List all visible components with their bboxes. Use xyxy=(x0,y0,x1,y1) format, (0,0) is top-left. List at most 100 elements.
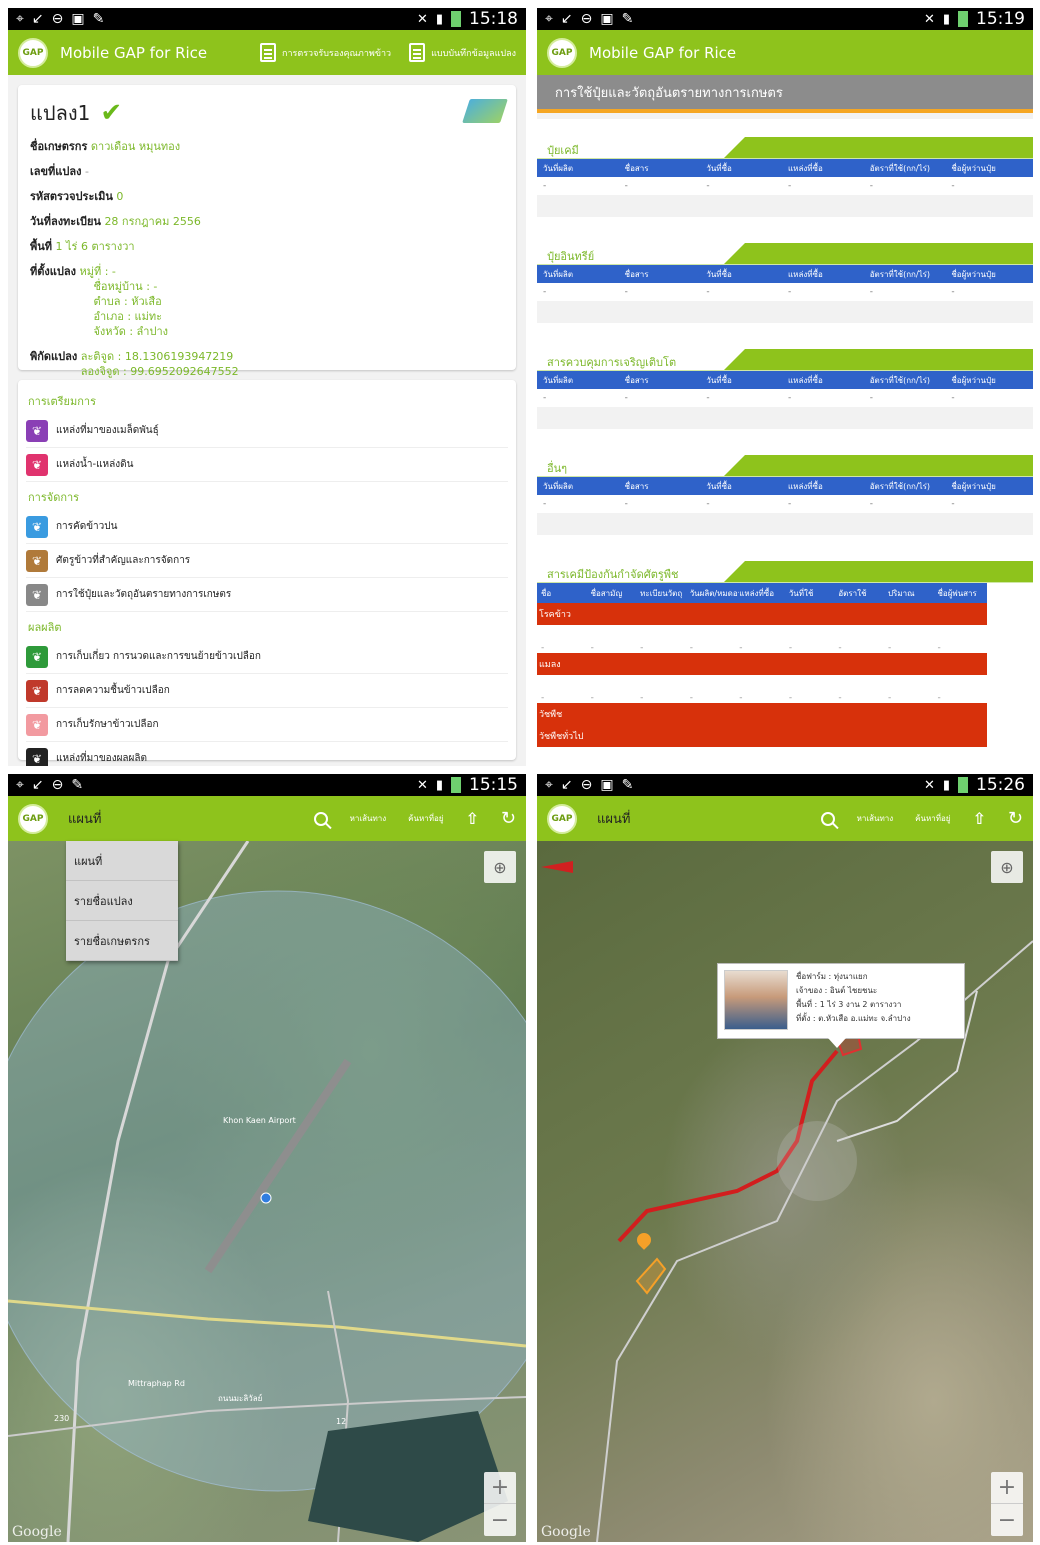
menu-pests[interactable]: ❦ ศัตรูข้าวที่สำคัญและการจัดการ xyxy=(26,544,508,578)
column-header: วันที่ผลิต xyxy=(543,269,574,279)
table-cell: - xyxy=(590,643,594,653)
table-cell: - xyxy=(838,765,888,766)
signal-icon: ▮ xyxy=(942,11,950,27)
table-header: วันที่ผลิต ชื่อสาร วันที่ซื้อ แหล่งที่ซื้อ อ… xyxy=(537,159,1033,177)
compass-icon[interactable] xyxy=(541,861,573,873)
menu-seed-source[interactable]: ❦ แหล่งที่มาของเมล็ดพันธุ์ xyxy=(26,414,508,448)
status-bar: ⌖ ↙ ⊖ ✎ ✕ ▮ 15:15 xyxy=(8,774,526,796)
farm-info-popup[interactable]: ชื่อฟาร์ม : ทุ่งนาแยก เจ้าของ : อินต์ ไช… xyxy=(717,963,965,1048)
missed-call-icon: ↙ xyxy=(560,777,573,793)
plot-record-button[interactable]: แบบบันทึกข้อมูลแปลง xyxy=(409,43,516,62)
leaf-icon: ❦ xyxy=(26,645,48,668)
section-management: การจัดการ xyxy=(28,491,80,504)
dropdown-item-plots[interactable]: รายชื่อแปลง xyxy=(66,881,178,921)
zoom-out-button[interactable]: − xyxy=(991,1504,1023,1536)
plot-detail-screen: ⌖ ↙ ⊖ ▣ ✎ ✕ ▮ 15:18 GAP Mobile GAP for Rice กา… xyxy=(8,8,526,766)
address-search-button[interactable]: ค้นหาที่อยู่ xyxy=(408,812,443,825)
column-header: ชื่อสามัญ xyxy=(590,588,623,598)
action-bar: GAP Mobile GAP for Rice xyxy=(537,30,1033,75)
column-header: ทะเบียนวัตถุ xyxy=(640,588,683,598)
directions-button[interactable]: หาเส้นทาง xyxy=(350,812,387,825)
column-header: ชื่อสาร xyxy=(624,375,649,385)
search-icon[interactable] xyxy=(820,811,835,826)
refresh-icon[interactable]: ↻ xyxy=(501,808,516,829)
signal-icon: ▮ xyxy=(435,11,443,27)
refresh-icon[interactable]: ↻ xyxy=(1008,808,1023,829)
menu-drying[interactable]: ❦ การลดความชื้นข้าวเปลือก xyxy=(26,674,508,708)
table-spacer xyxy=(537,301,1033,323)
address-search-button[interactable]: ค้นหาที่อยู่ xyxy=(915,812,950,825)
my-location-button[interactable]: ⊕ xyxy=(484,851,516,883)
zoom-out-button[interactable]: − xyxy=(484,1504,516,1536)
column-header: วันที่ซื้อ xyxy=(706,163,732,173)
gap-logo[interactable]: GAP xyxy=(18,37,48,68)
plot-info-card: แปลง1 ✔ ชื่อเกษตรกร ดาวเดือน หมุนทอง เลขท… xyxy=(18,85,516,378)
pest-group-row[interactable]: แมลง xyxy=(537,653,987,675)
table-header: วันที่ผลิต ชื่อสาร วันที่ซื้อ แหล่งที่ซื้อ อ… xyxy=(537,477,1033,495)
table-cell: - xyxy=(706,393,710,403)
route-label: 230 xyxy=(54,1414,69,1423)
menu-rogue-rice[interactable]: ❦ การคัดข้าวปน xyxy=(26,510,508,544)
check-icon: ✔ xyxy=(100,98,123,128)
table-cell: - xyxy=(869,393,873,403)
farm-location: ที่ตั้ง : ต.หัวเสือ อ.แม่ทะ จ.ลำปาง xyxy=(796,1014,911,1023)
gps-icon: ⌖ xyxy=(545,11,553,27)
search-radius xyxy=(8,890,526,1492)
quality-check-button[interactable]: การตรวจรับรองคุณภาพข้าว xyxy=(260,43,391,62)
dropdown-item-farmers[interactable]: รายชื่อเกษตรกร xyxy=(66,921,178,961)
leaf-icon: ❦ xyxy=(26,453,48,476)
section-preparation: การเตรียมการ xyxy=(28,395,96,408)
menu-water-soil[interactable]: ❦ แหล่งน้ำ-แหล่งดิน xyxy=(26,448,508,482)
table-cell: - xyxy=(640,693,644,703)
table-cell: - xyxy=(788,393,792,403)
directions-button[interactable]: หาเส้นทาง xyxy=(857,812,894,825)
area-row: พื้นที่ 1 ไร่ 6 ตารางวา xyxy=(30,240,135,253)
table-cell: - xyxy=(543,393,547,403)
gap-logo[interactable]: GAP xyxy=(547,37,577,68)
mute-icon: ✕ xyxy=(923,11,935,27)
my-location-button[interactable]: ⊕ xyxy=(991,851,1023,883)
menu-storage[interactable]: ❦ การเก็บรักษาข้าวเปลือก xyxy=(26,708,508,742)
map-icon[interactable] xyxy=(462,99,508,123)
map-spinner[interactable]: แผนที่ xyxy=(68,808,101,829)
gap-logo[interactable]: GAP xyxy=(18,803,48,834)
table-cell: - xyxy=(951,181,955,191)
map-overlay xyxy=(596,940,1033,1542)
upload-icon[interactable]: ⇧ xyxy=(973,809,986,828)
dropdown-item-map[interactable]: แผนที่ xyxy=(66,841,178,881)
column-header: อัตราที่ใช้(กก/ไร่) xyxy=(869,375,931,385)
upload-icon[interactable]: ⇧ xyxy=(466,809,479,828)
coords-row: พิกัดแปลง ละติจูด : 18.1306193947219 ลองจ… xyxy=(30,350,239,378)
clipboard-icon xyxy=(409,43,426,62)
menu-harvest[interactable]: ❦ การเก็บเกี่ยว การนวดและการขนย้ายข้าวเปล… xyxy=(26,640,508,674)
table-cell: - xyxy=(541,693,545,703)
column-header: วันที่ซื้อ xyxy=(706,269,732,279)
pest-group-label: แมลง xyxy=(539,660,561,670)
map-screen-route: ⌖ ↙ ⊖ ▣ ✎ ✕ ▮ 15:26 GAP แผนที่ หาเส้นทาง ค้นหา… xyxy=(537,774,1033,1542)
signal-icon: ▮ xyxy=(942,777,950,793)
farm-area: พื้นที่ : 1 ไร่ 3 งาน 2 ตารางวา xyxy=(796,1000,902,1009)
pest-table-body: โรคข้าว - - - - - - - - - แมลง - - - - - - - - - วัชพืช วัชพื… xyxy=(537,603,1033,766)
leaf-icon: ❦ xyxy=(26,419,48,442)
menu-produce-source[interactable]: ❦ แหล่งที่มาของผลผลิต xyxy=(26,742,508,766)
table-cell: - xyxy=(951,393,955,403)
search-icon[interactable] xyxy=(313,811,328,826)
pest-group-row[interactable]: โรคข้าว xyxy=(537,603,987,625)
satellite-map[interactable]: ชื่อฟาร์ม : ทุ่งนาแยก เจ้าของ : อินต์ ไช… xyxy=(537,841,1033,1542)
map-spinner[interactable]: แผนที่ xyxy=(597,808,630,829)
column-header: วันผลิต/หมดอายุ xyxy=(689,588,740,598)
signal-icon: ▮ xyxy=(435,777,443,793)
column-header: แหล่งที่ซื้อ xyxy=(788,163,823,173)
zoom-controls: + − xyxy=(991,1472,1023,1536)
column-header: อัตราใช้ xyxy=(838,588,867,598)
pest-group-row[interactable]: วัชพืช วัชพืชทั่วไป xyxy=(537,703,987,747)
zoom-in-button[interactable]: + xyxy=(991,1472,1023,1504)
leaf-icon: ❦ xyxy=(26,713,48,736)
checklist-menu: การเตรียมการ ❦ แหล่งที่มาของเมล็ดพันธุ์ ❦… xyxy=(18,380,516,766)
map-screen-dropdown: ⌖ ↙ ⊖ ✎ ✕ ▮ 15:15 GAP แผนที่ หาเส้นทาง ค้นหาท… xyxy=(8,774,526,1542)
section-title: ปุ๋ยเคมี xyxy=(547,144,579,157)
gap-logo[interactable]: GAP xyxy=(547,803,577,834)
table-cell: - xyxy=(838,643,842,653)
menu-fertilizer[interactable]: ❦ การใช้ปุ๋ยและวัตถุอันตรายทางการเกษตร xyxy=(26,578,508,612)
zoom-in-button[interactable]: + xyxy=(484,1472,516,1504)
